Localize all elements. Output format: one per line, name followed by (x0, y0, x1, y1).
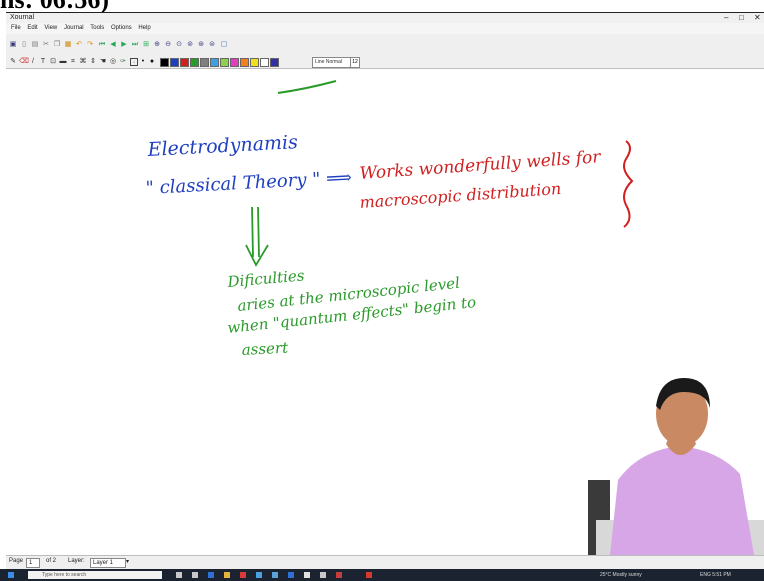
hand-icon[interactable]: ☚ (99, 58, 107, 66)
shape-recognizer-icon[interactable]: ◎ (109, 58, 117, 66)
close-button[interactable]: ✕ (754, 13, 761, 22)
menu-file[interactable]: File (11, 25, 21, 31)
green-pen-stroke (277, 80, 337, 94)
weather-status[interactable]: 25°C Mostly sunny (600, 572, 642, 578)
video-caption: ns: 06:56) (0, 0, 764, 12)
status-bar: Page 1 of 2 Layer: Layer 1 ▾ (6, 555, 764, 570)
eraser-icon[interactable]: ⌫ (19, 58, 29, 66)
color-swatch-magenta[interactable] (230, 58, 239, 67)
color-swatch-navy[interactable] (270, 58, 279, 67)
page-number-input[interactable]: 1 (26, 558, 40, 568)
zoom-height-icon[interactable]: ⊛ (197, 41, 205, 49)
color-swatch-red[interactable] (180, 58, 189, 67)
windows-taskbar: Type here to search 25°C Mostly sunny EN… (0, 569, 764, 581)
paste-icon[interactable]: ▦ (64, 41, 72, 49)
note-difficulties: Dificulties (226, 266, 306, 291)
color-swatch-lightgreen[interactable] (220, 58, 229, 67)
layer-dropdown-icon[interactable]: ▾ (126, 558, 129, 565)
maximize-button[interactable]: □ (739, 13, 744, 22)
first-page-icon[interactable]: ⏮ (98, 41, 106, 49)
cut-icon[interactable]: ✂ (42, 41, 50, 49)
layer-select[interactable]: Layer 1 (90, 558, 126, 568)
menu-bar: File Edit View Journal Tools Options Hel… (6, 23, 764, 34)
main-toolbar: ▣ ▯ ▤ ✂ ❐ ▦ ↶ ↷ ⏮ ◀ ▶ ⏭ ⊞ ⊕ ⊖ ⊙ ⊚ ⊛ ⊜ ▢ (6, 34, 764, 57)
presenter-video (588, 378, 764, 555)
note-macroscopic: macroscopic distribution (359, 179, 562, 212)
taskbar-search[interactable]: Type here to search (28, 571, 162, 579)
menu-help[interactable]: Help (138, 25, 150, 31)
note-assert: assert (241, 339, 289, 359)
system-tray[interactable]: ENG 5:51 PM (700, 572, 731, 578)
zoom-width-icon[interactable]: ⊚ (186, 41, 194, 49)
next-page-icon[interactable]: ▶ (120, 41, 128, 49)
widgets-icon[interactable] (192, 572, 198, 578)
caption-text: ns: 06:56) (0, 0, 109, 12)
thin-pen-icon[interactable]: · (130, 58, 138, 66)
select-rect-icon[interactable]: ⌗ (69, 58, 77, 66)
save-icon[interactable]: ▣ (9, 41, 17, 49)
image-icon[interactable]: ⊡ (49, 58, 57, 66)
zoom-fit-icon[interactable]: ⊜ (208, 41, 216, 49)
zoom-normal-icon[interactable]: ⊙ (175, 41, 183, 49)
vertical-space-icon[interactable]: ⇕ (89, 58, 97, 66)
layer-label: Layer: (68, 558, 85, 564)
color-swatch-blue[interactable] (170, 58, 179, 67)
medium-pen-icon[interactable]: • (139, 58, 147, 66)
pen-icon[interactable]: ✎ (9, 58, 17, 66)
color-swatch-green[interactable] (190, 58, 199, 67)
word-icon[interactable] (288, 572, 294, 578)
select-region-icon[interactable]: ⌘ (79, 58, 87, 66)
open-icon[interactable]: ▤ (31, 41, 39, 49)
right-brace (623, 140, 634, 228)
xournal-icon[interactable] (304, 572, 310, 578)
pen-size-select[interactable]: Line Normal (312, 57, 352, 68)
app-icon[interactable] (320, 572, 326, 578)
mail-icon[interactable] (272, 572, 278, 578)
powerpoint-icon[interactable] (336, 572, 342, 578)
note-classical-theory: " classical Theory " ⟹ (145, 167, 352, 199)
color-swatch-gray[interactable] (200, 58, 209, 67)
pdf-icon[interactable] (366, 572, 372, 578)
new-page-icon[interactable]: ▯ (20, 41, 28, 49)
color-swatch-black[interactable] (160, 58, 169, 67)
menu-view[interactable]: View (44, 25, 57, 31)
file-explorer-icon[interactable] (224, 572, 230, 578)
last-page-icon[interactable]: ⏭ (131, 41, 139, 49)
color-swatch-lightblue[interactable] (210, 58, 219, 67)
page-label: Page (9, 558, 24, 564)
chrome-icon[interactable] (240, 572, 246, 578)
note-electrodynamics: Electrodynamis (146, 131, 298, 161)
note-works-wonderfully: Works wonderfully wells for (359, 147, 602, 184)
page-count: of 2 (46, 558, 57, 564)
menu-options[interactable]: Options (111, 25, 132, 31)
menu-tools[interactable]: Tools (90, 25, 104, 31)
default-pen-icon[interactable]: ✑ (119, 58, 127, 66)
edge-icon[interactable] (208, 572, 214, 578)
highlighter-icon[interactable]: / (29, 58, 37, 66)
window-title: Xournal (10, 14, 35, 21)
down-arrow (245, 206, 269, 267)
start-icon[interactable] (8, 572, 14, 578)
menu-journal[interactable]: Journal (64, 25, 84, 31)
color-swatch-yellow[interactable] (250, 58, 259, 67)
color-swatch-orange[interactable] (240, 58, 249, 67)
ruler-icon[interactable]: ▬ (59, 58, 67, 66)
minimize-button[interactable]: – (724, 13, 728, 22)
text-icon[interactable]: T (39, 58, 47, 66)
color-swatch-white[interactable] (260, 58, 269, 67)
undo-icon[interactable]: ↶ (75, 41, 83, 49)
copy-icon[interactable]: ❐ (53, 41, 61, 49)
task-view-icon[interactable] (176, 572, 182, 578)
redo-icon[interactable]: ↷ (86, 41, 94, 49)
menu-edit[interactable]: Edit (27, 25, 37, 31)
pen-toolbar: ✎ ⌫ / T ⊡ ▬ ⌗ ⌘ ⇕ ☚ ◎ ✑ · • ● Line Norma… (6, 56, 764, 69)
thick-pen-icon[interactable]: ● (148, 58, 156, 66)
prev-page-icon[interactable]: ◀ (109, 41, 117, 49)
pen-size-value[interactable]: 12 (350, 57, 360, 68)
zoom-out-icon[interactable]: ⊖ (164, 41, 172, 49)
zoom-in-icon[interactable]: ⊕ (153, 41, 161, 49)
store-icon[interactable] (256, 572, 262, 578)
new-page-after-icon[interactable]: ⊞ (142, 41, 150, 49)
fullscreen-icon[interactable]: ▢ (220, 41, 228, 49)
